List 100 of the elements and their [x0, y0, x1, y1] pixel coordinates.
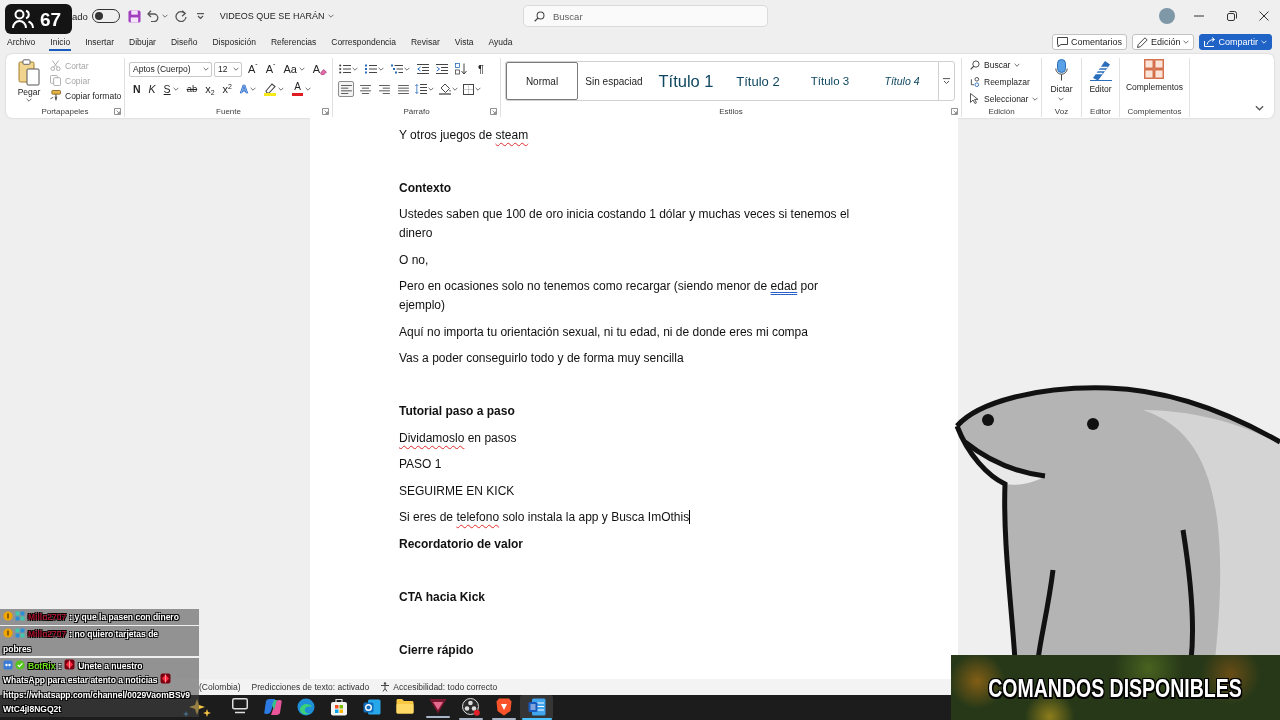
clear-formatting-button[interactable]: A [310, 61, 330, 77]
select-button[interactable]: Seleccionar [970, 92, 1041, 105]
menu-tab[interactable]: Ayuda [487, 33, 514, 51]
accessibility-status[interactable]: Accesibilidad: todo correcto [380, 682, 498, 692]
caret-icon [1261, 40, 1267, 44]
scissors-icon [50, 60, 61, 71]
add-ins-button[interactable]: Complementos [1125, 58, 1184, 105]
more-icon [943, 78, 950, 84]
italic-button[interactable]: K [146, 81, 158, 97]
restore-icon[interactable] [1227, 11, 1237, 21]
status-item[interactable]: (Colombia) [199, 682, 241, 692]
subscript-button[interactable]: x$_{2}$ [203, 81, 217, 97]
dialog-launcher-icon[interactable] [951, 107, 958, 115]
menu-tab[interactable]: Revisar [410, 33, 441, 51]
replace-button[interactable]: Reemplazar [970, 75, 1041, 89]
user-avatar[interactable] [1159, 8, 1175, 24]
swatch-icon [291, 93, 303, 96]
caret-icon[interactable] [161, 14, 168, 18]
customize-icon[interactable] [196, 13, 204, 19]
redo-icon[interactable] [174, 10, 187, 22]
paste-button[interactable]: Pegar [14, 58, 44, 105]
shading-button[interactable] [438, 81, 459, 97]
change-case-button[interactable]: Aa [281, 61, 307, 77]
shrink-font-button[interactable]: A$^{ˇ}$ [263, 61, 278, 77]
undo-icon[interactable] [146, 10, 159, 22]
verified-icon [15, 659, 25, 670]
style-item[interactable]: Título 4 [866, 62, 938, 100]
comments-button[interactable]: Comentarios [1051, 34, 1127, 50]
menu-tab[interactable]: Disposición [211, 33, 257, 51]
style-item[interactable]: Normal [506, 62, 578, 100]
taskbar-button[interactable] [520, 695, 553, 720]
format-painter-button[interactable]: Copiar formato [50, 89, 122, 102]
dialog-launcher-icon[interactable] [490, 107, 497, 115]
comment-icon [1056, 37, 1068, 47]
align-left-icon [340, 84, 352, 94]
highlight-button[interactable] [261, 81, 286, 97]
style-item[interactable]: Título 2 [722, 62, 794, 100]
chevron-icon[interactable] [1255, 105, 1264, 111]
close-icon[interactable] [1259, 11, 1269, 21]
font-size-field[interactable]: 12 [214, 61, 242, 77]
section-heading: CTA hacia Kick [399, 588, 486, 606]
borders-button[interactable] [462, 81, 482, 97]
menu-tab[interactable]: Correspondencia [330, 33, 397, 51]
caret-icon [1058, 97, 1065, 101]
caret-icon [233, 67, 239, 71]
browser-icon [296, 698, 315, 716]
editor-button[interactable]: Editor [1089, 58, 1112, 105]
chat-text: : [58, 660, 62, 671]
superscript-button[interactable]: x$^{2}$ [220, 81, 234, 97]
strikethrough-button[interactable]: ab [184, 81, 200, 97]
shield-icon [495, 698, 512, 716]
caret-icon [328, 14, 335, 18]
people-icon [12, 9, 34, 29]
body-paragraph: PASO 1 [399, 456, 442, 473]
document-title[interactable]: VIDEOS QUE SE HARÁN [219, 11, 335, 21]
line-spacing-icon [415, 84, 427, 94]
find-button[interactable]: Buscar [970, 59, 1041, 72]
show-marks-button[interactable]: ¶ [476, 61, 486, 77]
style-item[interactable]: Sin espaciad [578, 62, 650, 100]
bold-button[interactable]: N [131, 81, 143, 97]
menu-tab[interactable]: Archivo [6, 33, 37, 51]
group-label: Párrafo [403, 106, 430, 116]
coin-badge-icon [3, 628, 13, 638]
menu-tab[interactable]: Insertar [84, 33, 115, 51]
emote-icon [160, 673, 172, 684]
menu-tab[interactable]: Referencias [269, 33, 318, 51]
font-color-button[interactable]: A [289, 81, 313, 97]
grow-font-button[interactable]: A$^{ˆ}$ [246, 61, 260, 77]
sort-button[interactable] [454, 61, 468, 77]
menu-tab[interactable]: Vista [453, 33, 475, 51]
body-paragraph: Pero en ocasiones solo no tenemos como recargar (siendo menor de edad por ejemplo) [399, 278, 819, 314]
autosave-label: ado [72, 10, 88, 22]
menu-tab[interactable]: Dibujar [128, 33, 157, 51]
task-view-icon [231, 698, 248, 714]
sort-icon [455, 63, 467, 75]
chat-username: Millo2707 [28, 612, 67, 622]
caret-icon [475, 87, 481, 91]
chat-text: pobres [3, 643, 32, 654]
dictate-button[interactable]: Dictar [1050, 58, 1073, 105]
style-item[interactable]: Título 1 [650, 62, 722, 100]
decrease-indent-button[interactable] [416, 61, 430, 77]
chat-username: BotRix [28, 660, 56, 671]
search-field[interactable]: Buscar [523, 5, 768, 27]
dialog-launcher-icon[interactable] [322, 107, 329, 115]
underline-button[interactable]: S [161, 81, 181, 97]
save-icon[interactable] [127, 9, 141, 23]
line-spacing-button[interactable] [414, 81, 435, 97]
increase-indent-button[interactable] [435, 61, 449, 77]
align-left-button[interactable] [338, 81, 354, 97]
share-button[interactable]: Compartir [1199, 34, 1272, 50]
caret-icon [249, 87, 256, 91]
style-item[interactable]: Título 3 [794, 62, 866, 100]
caret-icon [1014, 63, 1021, 68]
editing-mode-button[interactable]: Edición [1131, 34, 1195, 50]
menu-tab[interactable]: Inicio [49, 33, 72, 51]
dialog-launcher-icon[interactable] [114, 107, 121, 115]
font-name-field[interactable]: Aptos (Cuerpo) [129, 61, 212, 77]
menu-tab[interactable]: Diseño [169, 33, 199, 51]
subscriber-badge-icon [15, 611, 25, 621]
status-item[interactable]: Predicciones de texto: activado [251, 682, 370, 692]
